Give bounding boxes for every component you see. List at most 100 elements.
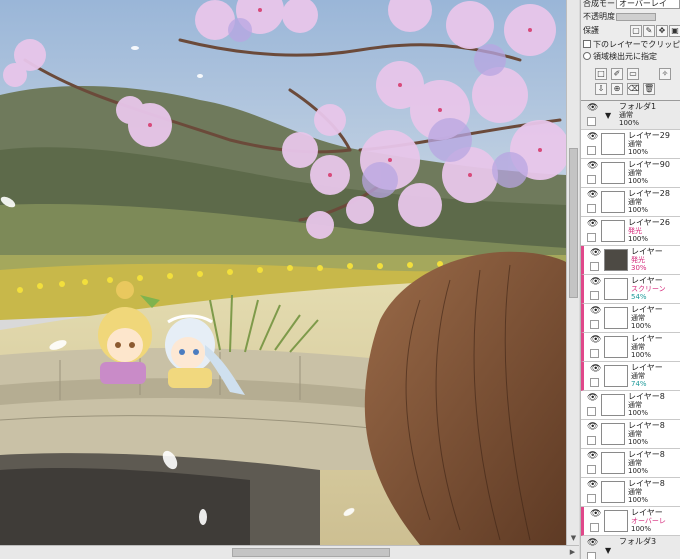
layer-list[interactable]: 👁 ▼ フォルダ1 通常 100% 👁 レイヤー29 通常 100% 👁 レイヤー90 通常 100% 👁… — [581, 100, 680, 559]
lock-all-icon[interactable]: ▣ — [669, 25, 680, 37]
visibility-eye-icon[interactable]: 👁 — [587, 394, 598, 403]
layer-row[interactable]: 👁 レイヤー 発光 30% — [581, 246, 680, 275]
visibility-eye-icon[interactable]: 👁 — [590, 307, 601, 316]
layer-row[interactable]: 👁 レイヤー29 通常 100% — [581, 130, 680, 159]
visibility-eye-icon[interactable]: 👁 — [587, 133, 598, 142]
layer-name: フォルダ1 — [619, 102, 657, 111]
layer-select-checkbox[interactable] — [587, 436, 596, 445]
layer-name: レイヤー8 — [628, 421, 665, 430]
visibility-eye-icon[interactable]: 👁 — [587, 481, 598, 490]
visibility-eye-icon[interactable]: 👁 — [587, 220, 598, 229]
layer-select-checkbox[interactable] — [590, 262, 599, 271]
scroll-right-arrow-icon[interactable]: ▶ — [568, 548, 577, 557]
vertical-scrollbar[interactable]: ▼ — [566, 0, 579, 545]
layer-row[interactable]: 👁 レイヤー 通常 100% — [581, 304, 680, 333]
lock-move-icon[interactable]: ✥ — [656, 25, 668, 37]
layer-name: レイヤー28 — [628, 189, 670, 198]
layer-name: レイヤー8 — [628, 450, 665, 459]
layer-row[interactable]: 👁 レイヤー26 発光 100% — [581, 217, 680, 246]
visibility-eye-icon[interactable]: 👁 — [590, 365, 601, 374]
transfer-down-icon[interactable]: ⇩ — [595, 83, 607, 95]
layer-select-checkbox[interactable] — [590, 378, 599, 387]
layer-folder-row[interactable]: 👁 ▼ フォルダ1 通常 100% — [581, 101, 680, 130]
delete-layer-icon[interactable]: 🗑 — [643, 83, 655, 95]
layer-opacity: 100% — [631, 525, 652, 533]
layer-select-checkbox[interactable] — [587, 552, 596, 559]
new-vector-layer-icon[interactable]: ✐ — [611, 68, 623, 80]
visibility-eye-icon[interactable]: 👁 — [587, 539, 598, 548]
layer-select-checkbox[interactable] — [587, 494, 596, 503]
layer-row[interactable]: 👁 レイヤー28 通常 100% — [581, 188, 680, 217]
visibility-eye-icon[interactable]: 👁 — [590, 249, 601, 258]
layer-folder-row[interactable]: 👁 ▼ フォルダ3 — [581, 536, 680, 559]
layer-row[interactable]: 👁 レイヤー 通常 74% — [581, 362, 680, 391]
layer-select-checkbox[interactable] — [587, 407, 596, 416]
layer-name: レイヤー — [631, 305, 663, 314]
layer-select-checkbox[interactable] — [587, 146, 596, 155]
layer-opacity: 54% — [631, 293, 647, 301]
layer-blend-mode: 通常 — [628, 488, 642, 496]
artwork-illustration — [0, 0, 566, 545]
visibility-eye-icon[interactable]: 👁 — [587, 162, 598, 171]
lock-transparency-icon[interactable]: ▢ — [630, 25, 642, 37]
layer-opacity: 30% — [631, 264, 647, 272]
selection-source-radio[interactable] — [583, 52, 591, 60]
opacity-slider[interactable] — [616, 13, 656, 21]
layer-name: レイヤー29 — [628, 131, 670, 140]
visibility-eye-icon[interactable]: 👁 — [590, 510, 601, 519]
blend-mode-select[interactable]: オーバーレイ — [616, 0, 680, 9]
layer-opacity: 100% — [628, 235, 649, 243]
merge-down-icon[interactable]: ⊕ — [611, 83, 623, 95]
visibility-eye-icon[interactable]: 👁 — [590, 336, 601, 345]
layer-row[interactable]: 👁 レイヤー スクリーン 54% — [581, 275, 680, 304]
layer-select-checkbox[interactable] — [590, 291, 599, 300]
clip-checkbox[interactable] — [583, 40, 591, 48]
vertical-scroll-thumb[interactable] — [569, 148, 578, 298]
layer-select-checkbox[interactable] — [590, 320, 599, 329]
new-folder-icon[interactable]: ▭ — [627, 68, 639, 80]
layer-name: レイヤー — [631, 247, 663, 256]
layer-row[interactable]: 👁 レイヤー オーバーレ 100% — [581, 507, 680, 536]
layer-select-checkbox[interactable] — [590, 523, 599, 532]
visibility-eye-icon[interactable]: 👁 — [587, 423, 598, 432]
layer-blend-mode: 通常 — [628, 459, 642, 467]
layer-select-checkbox[interactable] — [587, 204, 596, 213]
layer-thumbnail — [601, 423, 625, 445]
visibility-eye-icon[interactable]: 👁 — [590, 278, 601, 287]
layer-select-checkbox[interactable] — [587, 465, 596, 474]
layer-row[interactable]: 👁 レイヤー90 通常 100% — [581, 159, 680, 188]
layer-select-checkbox[interactable] — [587, 233, 596, 242]
layer-row[interactable]: 👁 レイヤー 通常 100% — [581, 333, 680, 362]
layer-opacity: 100% — [628, 206, 649, 214]
layer-row[interactable]: 👁 レイヤー8 通常 100% — [581, 420, 680, 449]
layer-select-checkbox[interactable] — [587, 117, 596, 126]
layer-opacity: 100% — [619, 119, 640, 127]
layer-row[interactable]: 👁 レイヤー8 通常 100% — [581, 478, 680, 507]
layer-opacity: 100% — [628, 148, 649, 156]
layer-name: レイヤー — [631, 276, 663, 285]
visibility-eye-icon[interactable]: 👁 — [587, 104, 598, 113]
visibility-eye-icon[interactable]: 👁 — [587, 191, 598, 200]
new-layer-icon[interactable]: □ — [595, 68, 607, 80]
horizontal-scroll-thumb[interactable] — [232, 548, 390, 557]
drawing-canvas[interactable] — [0, 0, 566, 545]
clear-layer-icon[interactable]: ⌫ — [627, 83, 639, 95]
visibility-eye-icon[interactable]: 👁 — [587, 452, 598, 461]
lock-paint-icon[interactable]: ✎ — [643, 25, 655, 37]
layer-panel: 合成モード オーバーレイ 不透明度 保護 ▢ ✎ ✥ ▣ 下のレイヤーでクリッピ… — [580, 0, 680, 559]
layer-row[interactable]: 👁 レイヤー8 通常 100% — [581, 449, 680, 478]
folder-expand-icon[interactable]: ▼ — [605, 546, 611, 555]
layer-select-checkbox[interactable] — [590, 349, 599, 358]
layer-select-checkbox[interactable] — [587, 175, 596, 184]
selection-source-row[interactable]: 領域検出元に指定 — [583, 51, 657, 63]
layer-thumbnail — [604, 249, 628, 271]
layer-effects-icon[interactable]: ✧ — [659, 68, 671, 80]
clip-row[interactable]: 下のレイヤーでクリッピング — [583, 39, 680, 51]
scroll-down-arrow-icon[interactable]: ▼ — [569, 534, 578, 543]
layer-opacity: 100% — [631, 322, 652, 330]
layer-row[interactable]: 👁 レイヤー8 通常 100% — [581, 391, 680, 420]
layer-opacity: 100% — [631, 351, 652, 359]
folder-expand-icon[interactable]: ▼ — [605, 111, 611, 120]
horizontal-scrollbar[interactable]: ▶ — [0, 545, 579, 559]
layer-opacity: 100% — [628, 177, 649, 185]
